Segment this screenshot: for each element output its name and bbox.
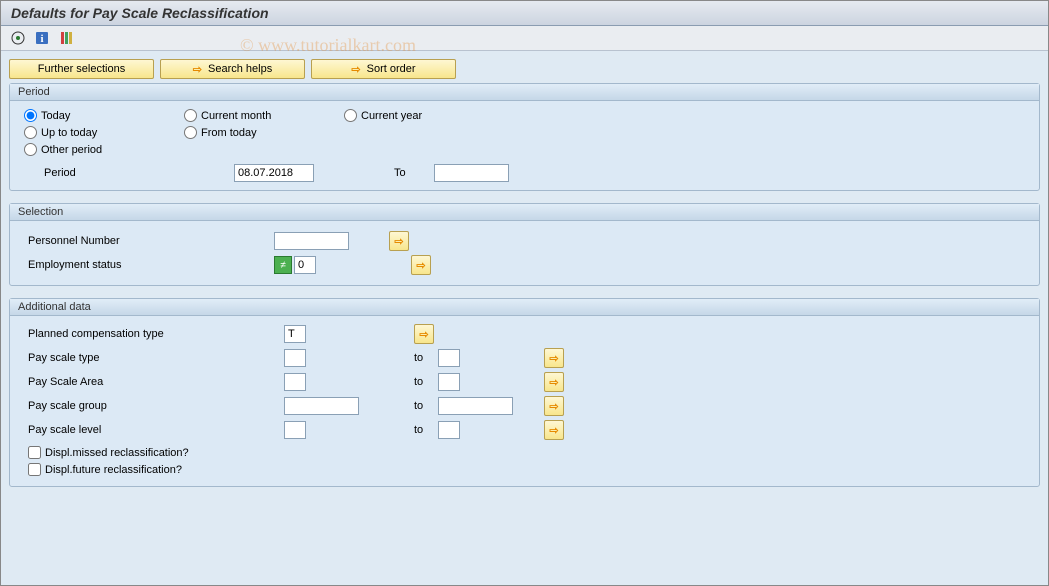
arrow-icon: ⇨: [193, 63, 202, 76]
pay-scale-area-multi-button[interactable]: ⇨: [544, 372, 564, 392]
radio-current-year[interactable]: Current year: [344, 109, 504, 122]
selection-header: Selection: [10, 204, 1039, 221]
employment-status-label: Employment status: [24, 259, 274, 271]
pay-scale-type-label: Pay scale type: [24, 352, 284, 364]
pay-scale-area-to-input[interactable]: [438, 373, 460, 391]
pay-scale-type-from-input[interactable]: [284, 349, 306, 367]
pay-scale-level-label: Pay scale level: [24, 424, 284, 436]
pay-scale-level-multi-button[interactable]: ⇨: [544, 420, 564, 440]
planned-comp-input[interactable]: [284, 325, 306, 343]
additional-section: Additional data Planned compensation typ…: [9, 298, 1040, 487]
arrow-icon: ⇨: [549, 400, 558, 413]
future-reclass-label: Displ.future reclassification?: [45, 464, 182, 476]
pay-scale-type-multi-button[interactable]: ⇨: [544, 348, 564, 368]
pay-scale-type-to-input[interactable]: [438, 349, 460, 367]
radio-other-period[interactable]: Other period: [24, 143, 184, 156]
sort-order-button[interactable]: ⇨ Sort order: [311, 59, 456, 79]
pay-scale-level-to-input[interactable]: [438, 421, 460, 439]
radio-up-to-today[interactable]: Up to today: [24, 126, 184, 139]
pay-scale-group-from-input[interactable]: [284, 397, 359, 415]
radio-today[interactable]: Today: [24, 109, 184, 122]
pay-scale-level-from-input[interactable]: [284, 421, 306, 439]
arrow-icon: ⇨: [549, 352, 558, 365]
missed-reclass-label: Displ.missed reclassification?: [45, 447, 189, 459]
search-helps-button[interactable]: ⇨ Search helps: [160, 59, 305, 79]
selection-section: Selection Personnel Number ⇨ Employment …: [9, 203, 1040, 286]
personnel-number-label: Personnel Number: [24, 235, 274, 247]
pay-scale-group-label: Pay scale group: [24, 400, 284, 412]
radio-current-month[interactable]: Current month: [184, 109, 344, 122]
further-selections-button[interactable]: Further selections: [9, 59, 154, 79]
radio-from-today[interactable]: From today: [184, 126, 344, 139]
arrow-icon: ⇨: [419, 328, 428, 341]
not-equal-icon[interactable]: ≠: [274, 256, 292, 274]
arrow-icon: ⇨: [549, 424, 558, 437]
period-to-input[interactable]: [434, 164, 509, 182]
additional-header: Additional data: [10, 299, 1039, 316]
employment-status-multi-button[interactable]: ⇨: [411, 255, 431, 275]
execute-icon[interactable]: [9, 29, 27, 47]
main-content: Further selections ⇨ Search helps ⇨ Sort…: [1, 51, 1048, 585]
period-to-label: To: [394, 167, 434, 179]
employment-status-input[interactable]: [294, 256, 316, 274]
selection-buttons: Further selections ⇨ Search helps ⇨ Sort…: [9, 59, 1040, 79]
future-reclass-checkbox[interactable]: [28, 463, 41, 476]
to-label: to: [414, 400, 438, 412]
toolbar: i: [1, 26, 1048, 51]
to-label: to: [414, 376, 438, 388]
period-section: Period Today Current month Current year …: [9, 83, 1040, 191]
pay-scale-area-from-input[interactable]: [284, 373, 306, 391]
period-from-input[interactable]: [234, 164, 314, 182]
arrow-icon: ⇨: [351, 63, 360, 76]
pay-scale-group-multi-button[interactable]: ⇨: [544, 396, 564, 416]
personnel-number-input[interactable]: [274, 232, 349, 250]
svg-text:i: i: [40, 33, 43, 45]
arrow-icon: ⇨: [416, 259, 425, 272]
info-icon[interactable]: i: [33, 29, 51, 47]
planned-comp-label: Planned compensation type: [24, 328, 284, 340]
personnel-number-multi-button[interactable]: ⇨: [389, 231, 409, 251]
pay-scale-group-to-input[interactable]: [438, 397, 513, 415]
pay-scale-area-label: Pay Scale Area: [24, 376, 284, 388]
period-label: Period: [24, 167, 234, 179]
variant-icon[interactable]: [57, 29, 75, 47]
arrow-icon: ⇨: [394, 235, 403, 248]
arrow-icon: ⇨: [549, 376, 558, 389]
planned-comp-multi-button[interactable]: ⇨: [414, 324, 434, 344]
page-title: Defaults for Pay Scale Reclassification: [1, 1, 1048, 26]
to-label: to: [414, 424, 438, 436]
to-label: to: [414, 352, 438, 364]
period-header: Period: [10, 84, 1039, 101]
missed-reclass-checkbox[interactable]: [28, 446, 41, 459]
